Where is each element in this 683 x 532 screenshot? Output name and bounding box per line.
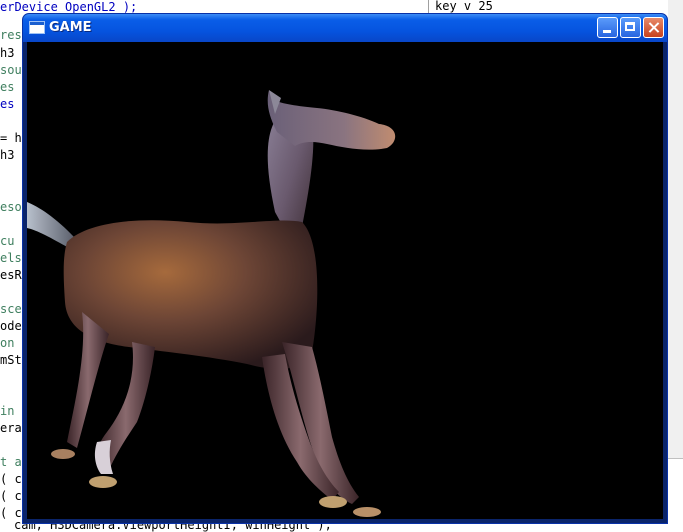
code-line: res: [0, 28, 22, 42]
code-line: ( c: [0, 489, 22, 503]
horse-render: [27, 90, 396, 517]
window-icon[interactable]: [29, 21, 45, 34]
horse-hoof: [89, 476, 117, 488]
code-line: mSt: [0, 353, 22, 367]
code-line: els: [0, 251, 22, 265]
code-line: h3: [0, 148, 15, 162]
code-line: h3: [0, 46, 15, 60]
code-line: on: [0, 336, 15, 350]
horse-hoof: [51, 449, 75, 459]
code-line: esR: [0, 268, 22, 282]
minimize-icon[interactable]: [597, 17, 618, 38]
console-text: key v 25: [435, 0, 493, 13]
close-icon[interactable]: [643, 17, 664, 38]
code-line: erDevice_OpenGL2 );: [0, 0, 138, 14]
horse-hoof: [353, 507, 381, 517]
console-panel: key v 25: [428, 0, 683, 14]
window-title: GAME: [49, 20, 92, 35]
title-bar[interactable]: GAME: [23, 14, 667, 42]
code-line: sce: [0, 302, 22, 316]
code-line: sou: [0, 63, 22, 77]
editor-side-panel: [668, 0, 683, 470]
code-line: in: [0, 404, 15, 418]
horse-tail: [27, 202, 75, 248]
editor-side-panel-lower: [668, 458, 683, 530]
code-line: = h: [0, 131, 22, 145]
code-line: t a: [0, 455, 22, 469]
horse-rear-leg-right: [67, 312, 109, 448]
render-viewport[interactable]: [27, 42, 663, 519]
code-line: ( c: [0, 472, 22, 486]
code-line: es: [0, 80, 15, 94]
maximize-icon[interactable]: [620, 17, 641, 38]
code-line: cu: [0, 234, 15, 248]
horse-hoof: [319, 496, 347, 508]
game-window[interactable]: GAME: [22, 13, 668, 524]
